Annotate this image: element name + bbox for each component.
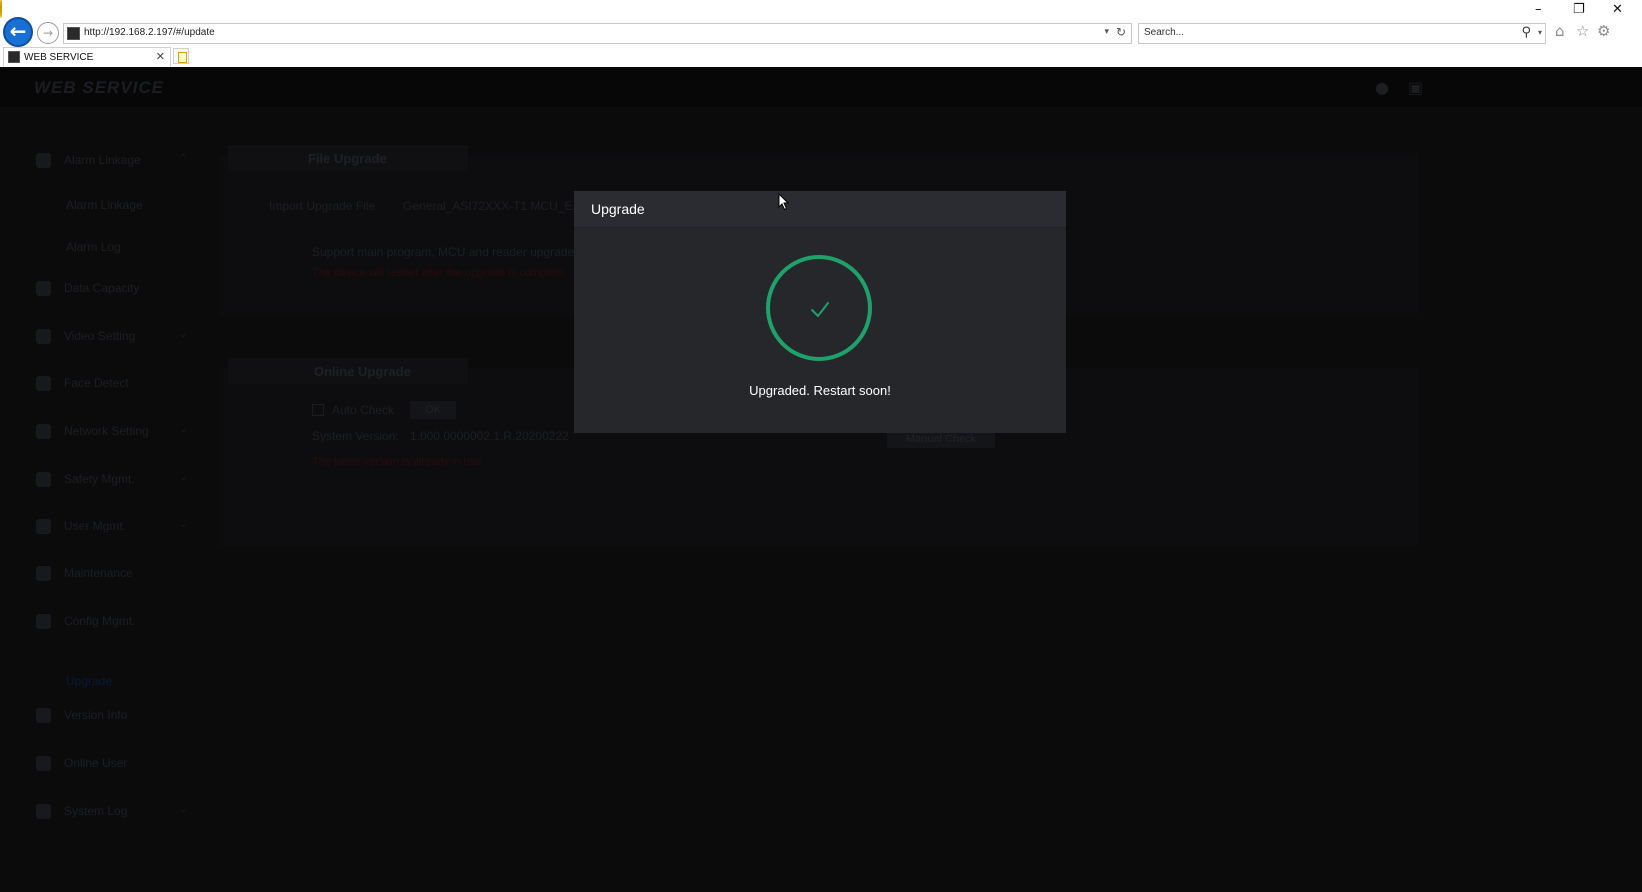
- chevron-down-icon: ⌄: [179, 329, 188, 340]
- success-ring: [766, 255, 872, 361]
- logout-icon[interactable]: ▣: [1408, 78, 1423, 97]
- address-dropdown-icon[interactable]: ▾: [1104, 27, 1109, 37]
- sidebar-item-safety-mgmt[interactable]: Safety Mgmt. ⌄: [36, 470, 196, 492]
- layers-icon: [36, 708, 51, 723]
- sidebar-item-system-log[interactable]: System Log ⌄: [36, 802, 196, 824]
- sidebar-item-label: Version Info: [64, 708, 128, 722]
- tab-close-icon[interactable]: ✕: [156, 50, 165, 63]
- upgrade-dialog: Upgrade Upgraded. Restart soon!: [574, 191, 1066, 433]
- sidebar-item-user-mgmt[interactable]: User Mgmt. ⌄: [36, 517, 196, 539]
- sidebar-item-label: Video Setting: [64, 329, 136, 343]
- auto-check-checkbox[interactable]: [312, 404, 324, 416]
- file-upgrade-tab[interactable]: File Upgrade: [228, 145, 468, 171]
- shield-icon: [36, 472, 51, 487]
- pie-chart-icon: [36, 281, 51, 296]
- upgrade-status-text: The latest version is already in use.: [312, 456, 485, 468]
- tab-favicon-icon: [8, 51, 20, 63]
- sidebar-item-label: Face Detect: [64, 376, 129, 390]
- dialog-message: Upgraded. Restart soon!: [749, 383, 891, 398]
- sidebar-item-online-user[interactable]: Online User: [36, 754, 196, 776]
- new-tab-button[interactable]: [173, 48, 189, 64]
- sidebar-item-face-detect[interactable]: Face Detect: [36, 374, 196, 396]
- sidebar-item-upgrade-active[interactable]: Upgrade: [66, 674, 112, 688]
- system-version-value: 1.000.0000002.1.R.20200222: [410, 429, 569, 443]
- sidebar-item-label: Network Setting: [64, 424, 149, 438]
- chevron-down-icon: ⌄: [179, 804, 188, 815]
- star-icon[interactable]: ☆: [1576, 22, 1589, 40]
- gear-icon[interactable]: ⚙: [1597, 22, 1610, 40]
- video-icon: [36, 329, 51, 344]
- sidebar-subitem-alarm-log[interactable]: Alarm Log: [66, 240, 121, 254]
- face-detect-icon: [36, 376, 51, 391]
- mouse-cursor-icon: [778, 193, 790, 211]
- ok-button[interactable]: OK: [410, 401, 456, 419]
- sidebar-item-label: Maintenance: [64, 566, 133, 580]
- forward-button[interactable]: →: [37, 22, 59, 44]
- auto-check-label: Auto Check: [332, 403, 395, 417]
- globe-icon: [36, 424, 51, 439]
- sidebar-item-version-info[interactable]: Version Info: [36, 706, 196, 728]
- chevron-down-icon: ⌄: [179, 424, 188, 435]
- dialog-title: Upgrade: [591, 201, 645, 217]
- system-version-label: System Version:: [312, 429, 399, 443]
- search-icon[interactable]: ⚲: [1521, 25, 1531, 40]
- window-minimize-button[interactable]: –: [1535, 2, 1542, 17]
- alarm-icon: [36, 153, 51, 168]
- refresh-icon[interactable]: ↻: [1116, 25, 1126, 39]
- app-logo: WEB SERVICE: [34, 78, 165, 97]
- tab-title[interactable]: WEB SERVICE: [24, 52, 93, 63]
- maintenance-icon: [36, 566, 51, 581]
- back-button[interactable]: ←: [3, 17, 33, 47]
- sidebar-item-data-capacity[interactable]: Data Capacity: [36, 279, 196, 301]
- sidebar-item-label: Data Capacity: [64, 281, 140, 295]
- online-user-icon: [36, 756, 51, 771]
- upgrade-warning-text: The device will restart after the upgrad…: [312, 267, 567, 279]
- sidebar-item-label: Online User: [64, 756, 128, 770]
- file-upgrade-title: File Upgrade: [308, 151, 387, 166]
- window-close-button[interactable]: ✕: [1612, 2, 1623, 17]
- user-icon[interactable]: ●: [1375, 78, 1389, 97]
- sidebar-subitem-alarm-linkage[interactable]: Alarm Linkage: [66, 198, 143, 212]
- smiley-icon[interactable]: [0, 0, 2, 18]
- upgrade-file-name[interactable]: General_ASI72XXX-T1 MCU_E...: [403, 199, 582, 213]
- sidebar-item-alarm-linkage[interactable]: Alarm Linkage ⌃: [36, 151, 196, 173]
- address-url[interactable]: http://192.168.2.197/#/update: [84, 27, 215, 38]
- import-upgrade-label: Import Upgrade File: [269, 199, 376, 213]
- sidebar-item-label: Alarm Linkage: [64, 153, 141, 167]
- chevron-down-icon: ⌄: [179, 472, 188, 483]
- search-dropdown-icon[interactable]: ▾: [1538, 28, 1542, 37]
- window-restore-button[interactable]: ❐: [1573, 2, 1585, 17]
- sidebar: Alarm Linkage ⌃ Alarm Linkage Alarm Log …: [0, 107, 210, 892]
- address-bar[interactable]: http://192.168.2.197/#/update ▾ ↻: [63, 23, 1132, 44]
- upgrade-support-text: Support main program, MCU and reader upg…: [312, 245, 578, 259]
- sidebar-item-label: Config Mgmt.: [64, 614, 136, 628]
- user-card-icon: [36, 519, 51, 534]
- chevron-down-icon: ⌄: [179, 519, 188, 530]
- config-icon: [36, 614, 51, 629]
- sidebar-item-video-setting[interactable]: Video Setting ⌄: [36, 327, 196, 349]
- search-input[interactable]: Search...: [1144, 27, 1184, 38]
- online-upgrade-title: Online Upgrade: [314, 364, 411, 379]
- sidebar-item-config-mgmt[interactable]: Config Mgmt.: [36, 612, 196, 634]
- online-upgrade-tab[interactable]: Online Upgrade: [228, 358, 468, 384]
- dialog-header: Upgrade: [574, 191, 1066, 228]
- browser-chrome: ← → http://192.168.2.197/#/update ▾ ↻ Se…: [0, 0, 1642, 67]
- sidebar-item-network-setting[interactable]: Network Setting ⌄: [36, 422, 196, 444]
- sidebar-item-label: System Log: [64, 804, 128, 818]
- search-bar[interactable]: Search... ⚲ ▾: [1138, 23, 1546, 44]
- sidebar-item-maintenance[interactable]: Maintenance: [36, 564, 196, 586]
- chevron-up-icon: ⌃: [179, 153, 188, 164]
- home-icon[interactable]: ⌂: [1555, 22, 1565, 40]
- log-icon: [36, 804, 51, 819]
- browser-tab[interactable]: WEB SERVICE ✕: [3, 47, 171, 67]
- sidebar-item-label: User Mgmt.: [64, 519, 127, 533]
- site-favicon-icon: [67, 27, 80, 40]
- checkmark-icon: [811, 302, 829, 317]
- sidebar-item-label: Safety Mgmt.: [64, 472, 135, 486]
- app-header: WEB SERVICE ● ▣: [0, 67, 1642, 107]
